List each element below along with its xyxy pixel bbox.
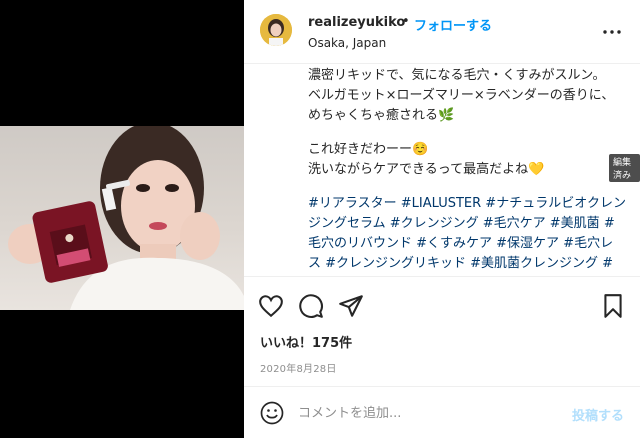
- bookmark-icon[interactable]: [600, 293, 626, 319]
- caption-line: 濃密リキッドで、気になる毛穴・くすみがスルン。: [308, 68, 606, 83]
- like-count[interactable]: いいね！175件: [260, 332, 352, 351]
- separator-dot: •: [402, 14, 410, 29]
- paper-plane-icon[interactable]: [338, 293, 364, 319]
- comment-icon[interactable]: [298, 293, 324, 319]
- username-link[interactable]: realizeyukiko: [308, 15, 405, 30]
- smiley-icon[interactable]: [260, 401, 284, 425]
- avatar-image: [260, 14, 292, 46]
- hashtag-list[interactable]: #リアラスター #LIALUSTER #ナチュラルビオクレンジングセラム #クレ…: [308, 194, 626, 276]
- post-photo[interactable]: [0, 126, 244, 310]
- photo-illustration: [8, 126, 244, 310]
- comment-bar: 投稿する: [244, 386, 640, 438]
- caption-line: ベルガモット×ローズマリー×ラベンダーの香りに、めちゃくちゃ癒される🌿: [308, 88, 615, 123]
- media-pane: [0, 0, 244, 438]
- ellipsis-icon[interactable]: [602, 28, 622, 36]
- caption-line: 洗いながらケアできるって最高だよね💛: [308, 162, 545, 177]
- edited-tooltip: 編集済み: [609, 154, 640, 182]
- post-detail-panel: realizeyukiko • フォローする Osaka, Japan 濃密リキ…: [244, 0, 640, 438]
- avatar[interactable]: [260, 14, 292, 46]
- post-date[interactable]: 2020年8月28日: [260, 360, 337, 375]
- location-link[interactable]: Osaka, Japan: [308, 36, 386, 50]
- caption-scroll-area[interactable]: 濃密リキッドで、気になる毛穴・くすみがスルン。 ベルガモット×ローズマリー×ラベ…: [244, 64, 640, 276]
- caption-line: これ好きだわーー☺️: [308, 142, 429, 157]
- heart-icon[interactable]: [258, 293, 284, 319]
- follow-button[interactable]: フォローする: [414, 15, 492, 34]
- post-caption: 濃密リキッドで、気になる毛穴・くすみがスルン。 ベルガモット×ローズマリー×ラベ…: [308, 66, 626, 276]
- comment-input[interactable]: [298, 403, 548, 423]
- action-bar: [244, 276, 640, 332]
- post-comment-button[interactable]: 投稿する: [572, 405, 624, 424]
- post-header: realizeyukiko • フォローする Osaka, Japan: [244, 0, 640, 64]
